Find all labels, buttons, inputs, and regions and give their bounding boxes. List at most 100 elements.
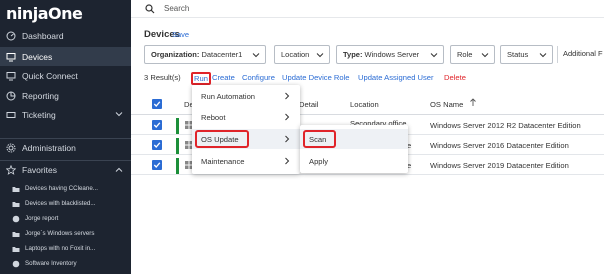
type-filter[interactable]: Type: Windows Server xyxy=(336,45,444,64)
sidebar-item-reporting[interactable]: Reporting xyxy=(0,86,131,105)
cell-os-name: Windows Server 2019 Datacenter Edition xyxy=(430,161,569,170)
cell-os-name: Windows Server 2016 Datacenter Edition xyxy=(430,141,569,150)
pie-chart-icon xyxy=(12,215,20,223)
organization-filter[interactable]: Organization: Datacenter1 xyxy=(144,45,266,64)
submenu-item-scan[interactable]: Scan xyxy=(300,129,408,149)
sidebar-item-label: Quick Connect xyxy=(22,70,78,81)
sidebar-item-quick-connect[interactable]: Quick Connect xyxy=(0,66,131,85)
menu-item-os-update[interactable]: OS Update xyxy=(192,129,300,149)
sidebar-item-label: Administration xyxy=(22,143,76,153)
menu-item-run-automation[interactable]: Run Automation xyxy=(192,86,300,106)
online-status-indicator xyxy=(176,158,179,174)
highlight-box xyxy=(195,130,249,148)
favorite-item[interactable]: Devices with blacklisted... xyxy=(0,196,131,211)
gear-icon xyxy=(6,143,16,153)
menu-item-label: Reboot xyxy=(201,112,226,122)
select-all-checkbox[interactable] xyxy=(152,99,162,109)
run-button[interactable]: Run xyxy=(191,72,211,85)
delete-link[interactable]: Delete xyxy=(444,73,466,82)
filter-value: Status xyxy=(507,50,529,59)
sidebar-item-label: Reporting xyxy=(22,90,59,101)
search-bar[interactable]: Search xyxy=(131,0,604,18)
create-link[interactable]: Create xyxy=(212,73,235,82)
favorite-item-label: Software Inventory xyxy=(25,260,77,267)
row-checkbox[interactable] xyxy=(152,120,162,130)
star-icon xyxy=(6,165,16,175)
favorite-item[interactable]: Software Inventory xyxy=(0,256,131,271)
sidebar-item-ticketing[interactable]: Ticketing xyxy=(0,105,131,124)
menu-item-label: Maintenance xyxy=(201,156,245,166)
status-filter[interactable]: Status xyxy=(500,45,553,64)
menu-item-label: Run Automation xyxy=(201,91,256,101)
favorite-item-label: Jorge´s Windows servers xyxy=(25,230,95,237)
filter-value: Location xyxy=(281,50,310,59)
additional-filters-button[interactable]: Additional F xyxy=(563,49,603,58)
monitor-icon xyxy=(6,52,16,62)
filter-value: Role xyxy=(457,50,473,59)
location-filter[interactable]: Location xyxy=(274,45,330,64)
column-header-location[interactable]: Location xyxy=(350,100,379,109)
chevron-right-icon xyxy=(284,113,290,123)
chevron-down-icon xyxy=(316,51,324,61)
save-link[interactable]: Save xyxy=(172,30,189,39)
ticket-icon xyxy=(6,110,16,120)
chevron-right-icon xyxy=(284,135,290,145)
favorite-item-label: Devices with blacklisted... xyxy=(25,200,96,207)
sidebar-item-dashboard[interactable]: Dashboard xyxy=(0,26,131,45)
sidebar-item-favorites[interactable]: Favorites xyxy=(0,160,131,179)
filter-value: Windows Server xyxy=(364,50,420,59)
monitor-icon xyxy=(6,71,16,81)
online-status-indicator xyxy=(176,138,179,154)
favorite-item-label: Jorge report xyxy=(25,215,59,222)
folder-icon xyxy=(12,200,20,208)
row-checkbox[interactable] xyxy=(152,160,162,170)
sidebar-item-label: Ticketing xyxy=(22,109,56,120)
chevron-right-icon xyxy=(284,92,290,102)
favorite-item[interactable]: Devices having CCleane... xyxy=(0,181,131,196)
chevron-down-icon[interactable] xyxy=(115,110,123,120)
column-header-os-name[interactable]: OS Name xyxy=(430,100,463,109)
dashboard-icon xyxy=(6,31,16,41)
configure-link[interactable]: Configure xyxy=(242,73,275,82)
chevron-up-icon[interactable] xyxy=(115,166,123,176)
sort-arrow-up-icon[interactable] xyxy=(469,98,477,109)
os-update-submenu: Scan Apply xyxy=(300,125,408,173)
favorite-item[interactable]: Jorge´s Windows servers xyxy=(0,226,131,241)
folder-icon xyxy=(12,185,20,193)
online-status-indicator xyxy=(176,118,179,134)
filter-label: Type: xyxy=(343,50,363,59)
chevron-right-icon xyxy=(284,157,290,167)
menu-item-reboot[interactable]: Reboot xyxy=(192,107,300,127)
chevron-down-icon xyxy=(481,51,489,61)
sidebar-item-label: Devices xyxy=(22,51,53,62)
divider xyxy=(557,46,558,63)
favorite-item[interactable]: Jorge report xyxy=(0,211,131,226)
chevron-down-icon xyxy=(252,51,260,61)
filter-label: Organization: xyxy=(151,50,200,59)
favorite-item-label: Devices having CCleane... xyxy=(25,185,98,192)
submenu-item-apply[interactable]: Apply xyxy=(300,151,408,171)
column-header-detail[interactable]: Detail xyxy=(299,100,318,109)
sidebar: ninjaOne Dashboard Devices Quick Connect… xyxy=(0,0,131,274)
row-checkbox[interactable] xyxy=(152,140,162,150)
sidebar-item-label: Dashboard xyxy=(22,30,64,41)
cell-os-name: Windows Server 2012 R2 Datacenter Editio… xyxy=(430,121,581,130)
chart-icon xyxy=(6,91,16,101)
role-filter[interactable]: Role xyxy=(450,45,495,64)
sidebar-item-administration[interactable]: Administration xyxy=(0,138,131,157)
chevron-down-icon xyxy=(430,51,438,61)
search-input[interactable]: Search xyxy=(164,4,189,13)
update-device-role-link[interactable]: Update Device Role xyxy=(282,73,350,82)
folder-icon xyxy=(12,245,20,253)
submenu-item-label: Apply xyxy=(309,156,328,166)
menu-item-maintenance[interactable]: Maintenance xyxy=(192,151,300,171)
sidebar-item-devices[interactable]: Devices xyxy=(0,47,131,66)
update-assigned-user-link[interactable]: Update Assigned User xyxy=(358,73,434,82)
favorite-item[interactable]: Laptops with no Foxit in... xyxy=(0,241,131,256)
ninjaone-logo[interactable]: ninjaOne xyxy=(6,4,83,23)
run-dropdown-menu: Run Automation Reboot OS Update Maintena… xyxy=(192,85,300,174)
sidebar-item-label: Favorites xyxy=(22,165,57,175)
folder-icon xyxy=(12,230,20,238)
result-count: 3 Result(s) xyxy=(144,73,181,82)
favorite-item-label: Laptops with no Foxit in... xyxy=(25,245,96,252)
